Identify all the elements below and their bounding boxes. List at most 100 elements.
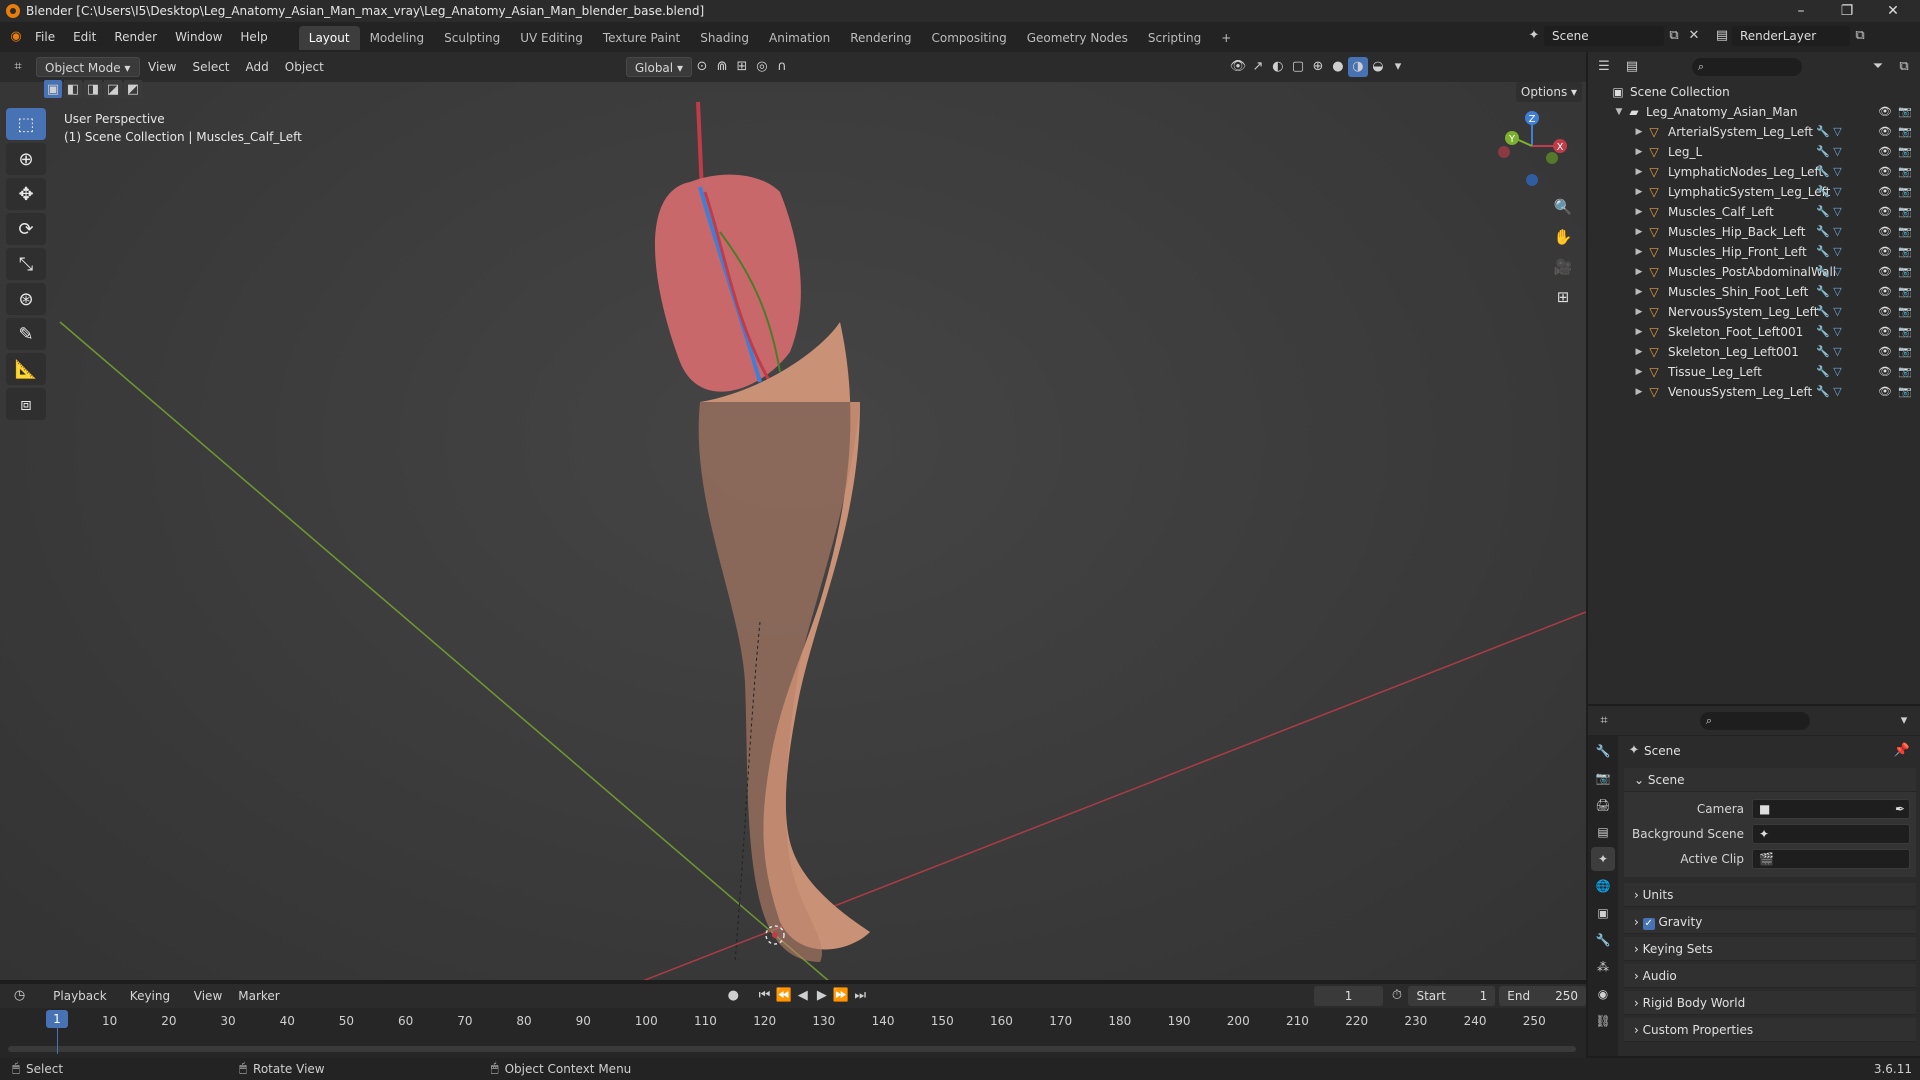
world-tab-icon[interactable]: 🌐 — [1591, 874, 1615, 898]
audio-panel-header[interactable]: › Audio — [1624, 964, 1916, 988]
render-camera-icon[interactable]: 📷 — [1898, 202, 1912, 222]
falloff-curve-icon[interactable]: ∩ — [772, 57, 792, 77]
outliner-object-row[interactable]: ▶ ▽ Leg_L 🔧 ▽ 👁 📷 — [1588, 142, 1920, 162]
editor-type-icon[interactable]: ⌗ — [8, 57, 28, 77]
expand-icon[interactable]: ▶ — [1632, 262, 1646, 282]
timeline-scrollbar[interactable] — [8, 1046, 1576, 1052]
visibility-eye-icon[interactable]: 👁 — [1878, 342, 1892, 362]
neg-x-handle[interactable] — [1498, 146, 1510, 158]
visibility-eye-icon[interactable]: 👁 — [1878, 302, 1892, 322]
pan-hand-icon[interactable]: ✋ — [1550, 224, 1576, 250]
camera-view-icon[interactable]: 🎥 — [1550, 254, 1576, 280]
visibility-eye-icon[interactable]: 👁 — [1878, 122, 1892, 142]
render-camera-icon[interactable]: 📷 — [1898, 242, 1912, 262]
jump-start-icon[interactable]: ⏮ — [755, 986, 774, 1006]
background-scene-field[interactable]: ✦ — [1752, 823, 1910, 844]
menu-keying[interactable]: Keying ▾ — [122, 986, 186, 1023]
render-camera-icon[interactable]: 📷 — [1898, 182, 1912, 202]
render-camera-icon[interactable]: 📷 — [1898, 122, 1912, 142]
new-collection-icon[interactable]: ⧉ — [1894, 57, 1914, 77]
expand-icon[interactable]: ▶ — [1632, 282, 1646, 302]
select-new-icon[interactable]: ▣ — [44, 80, 62, 98]
outliner-object-row[interactable]: ▶ ▽ Muscles_Calf_Left 🔧 ▽ 👁 📷 — [1588, 202, 1920, 222]
render-camera-icon[interactable]: 📷 — [1898, 162, 1912, 182]
modifier-wrench-icon[interactable]: 🔧 ▽ — [1816, 142, 1842, 162]
xray-toggle-icon[interactable]: ▢ — [1288, 57, 1308, 77]
output-tab-icon[interactable]: 🖨 — [1591, 793, 1615, 817]
snap-magnet-icon[interactable]: ⋒ — [712, 57, 732, 77]
menu-edit[interactable]: Edit — [64, 22, 105, 52]
start-frame-field[interactable]: Start 1 — [1408, 986, 1496, 1006]
transform-orientation-dropdown[interactable]: Global ▾ — [625, 57, 692, 77]
outliner-object-row[interactable]: ▶ ▽ Skeleton_Leg_Left001 🔧 ▽ 👁 📷 — [1588, 342, 1920, 362]
expand-icon[interactable]: ▶ — [1632, 122, 1646, 142]
outliner-object-row[interactable]: ▶ ▽ Muscles_Hip_Back_Left 🔧 ▽ 👁 📷 — [1588, 222, 1920, 242]
visibility-eye-icon[interactable]: 👁 — [1878, 382, 1892, 402]
expand-icon[interactable]: ▶ — [1632, 302, 1646, 322]
tab-rendering[interactable]: Rendering — [840, 26, 921, 50]
tab-modeling[interactable]: Modeling — [360, 26, 435, 50]
render-camera-icon[interactable]: 📷 — [1898, 302, 1912, 322]
modifier-wrench-icon[interactable]: 🔧 ▽ — [1816, 282, 1842, 302]
menu-object[interactable]: Object — [277, 57, 332, 77]
minimize-button[interactable]: – — [1778, 0, 1824, 22]
filter-icon[interactable]: ⏷ — [1868, 57, 1888, 77]
modifier-wrench-icon[interactable]: 🔧 ▽ — [1816, 362, 1842, 382]
render-camera-icon[interactable]: 📷 — [1898, 142, 1912, 162]
menu-view[interactable]: View — [140, 57, 184, 77]
view-layer-selector[interactable]: RenderLayer — [1732, 26, 1850, 46]
outliner-object-row[interactable]: ▶ ▽ ArterialSystem_Leg_Left 🔧 ▽ 👁 📷 — [1588, 122, 1920, 142]
menu-playback[interactable]: Playback ▾ — [45, 986, 122, 1023]
expand-icon[interactable]: ▶ — [1632, 322, 1646, 342]
overlay-toggle-icon[interactable]: ◐ — [1268, 57, 1288, 77]
outliner-editor-icon[interactable]: ☰ — [1594, 57, 1614, 77]
outliner-object-row[interactable]: ▶ ▽ VenousSystem_Leg_Left 🔧 ▽ 👁 📷 — [1588, 382, 1920, 402]
new-view-layer-icon[interactable]: ⧉ — [1850, 26, 1870, 46]
visibility-eye-icon[interactable]: 👁 — [1878, 322, 1892, 342]
expand-icon[interactable]: ▶ — [1632, 142, 1646, 162]
modifier-wrench-icon[interactable]: 🔧 ▽ — [1816, 382, 1842, 402]
tab-geometry-nodes[interactable]: Geometry Nodes — [1017, 26, 1138, 50]
pivot-point-icon[interactable]: ⊙ — [692, 57, 712, 77]
units-panel-header[interactable]: › Units — [1624, 883, 1916, 907]
modifier-wrench-icon[interactable]: 🔧 ▽ — [1816, 162, 1842, 182]
neg-y-handle[interactable] — [1546, 152, 1558, 164]
playhead[interactable]: 1 — [46, 1010, 68, 1028]
render-camera-icon[interactable]: 📷 — [1898, 222, 1912, 242]
current-frame-field[interactable]: 1 — [1313, 986, 1384, 1006]
expand-icon[interactable]: ▶ — [1632, 222, 1646, 242]
neg-z-handle[interactable] — [1526, 174, 1538, 186]
gravity-panel-header[interactable]: › ✓ Gravity — [1624, 910, 1916, 934]
visibility-eye-icon[interactable]: 👁 — [1878, 262, 1892, 282]
visibility-filter-icon[interactable]: 👁 — [1228, 57, 1248, 77]
custom-properties-panel-header[interactable]: › Custom Properties — [1624, 1018, 1916, 1042]
scene-tab-icon[interactable]: ✦ — [1591, 847, 1615, 871]
modifier-tab-icon[interactable]: 🔧 — [1591, 928, 1615, 952]
play-icon[interactable]: ▶ — [812, 986, 831, 1006]
modifier-wrench-icon[interactable]: 🔧 ▽ — [1816, 202, 1842, 222]
add-workspace-button[interactable]: + — [1211, 26, 1241, 50]
expand-icon[interactable]: ▶ — [1632, 342, 1646, 362]
visibility-eye-icon[interactable]: 👁 — [1878, 242, 1892, 262]
solid-shading-icon[interactable]: ● — [1328, 57, 1348, 77]
timeline-editor-icon[interactable]: ◷ — [10, 986, 29, 1006]
scene-selector[interactable]: Scene — [1544, 26, 1664, 46]
modifier-wrench-icon[interactable]: 🔧 ▽ — [1816, 242, 1842, 262]
visibility-eye-icon[interactable]: 👁 — [1878, 222, 1892, 242]
visibility-eye-icon[interactable]: 👁 — [1878, 282, 1892, 302]
transform-tool[interactable]: ⊛ — [6, 283, 46, 315]
camera-field[interactable]: ■ ✒ — [1752, 798, 1910, 819]
select-box-tool[interactable]: ⬚ — [6, 108, 46, 140]
mode-dropdown[interactable]: Object Mode ▾ — [36, 57, 140, 77]
expand-icon[interactable]: ▶ — [1632, 162, 1646, 182]
outliner-object-row[interactable]: ▶ ▽ Muscles_Hip_Front_Left 🔧 ▽ 👁 📷 — [1588, 242, 1920, 262]
menu-timeline-view[interactable]: View — [186, 986, 230, 1006]
navigation-gizmo[interactable]: Z X Y — [1492, 108, 1572, 192]
tab-layout[interactable]: Layout — [298, 26, 360, 50]
jump-keyframe-back-icon[interactable]: ⏪ — [774, 986, 793, 1006]
annotate-tool[interactable]: ✎ — [6, 318, 46, 350]
tool-tab-icon[interactable]: 🔧 — [1591, 739, 1615, 763]
3d-viewport[interactable]: User Perspective (1) Scene Collection | … — [0, 82, 1586, 980]
close-button[interactable]: ✕ — [1870, 0, 1916, 22]
select-extend-icon[interactable]: ◧ — [64, 80, 82, 98]
